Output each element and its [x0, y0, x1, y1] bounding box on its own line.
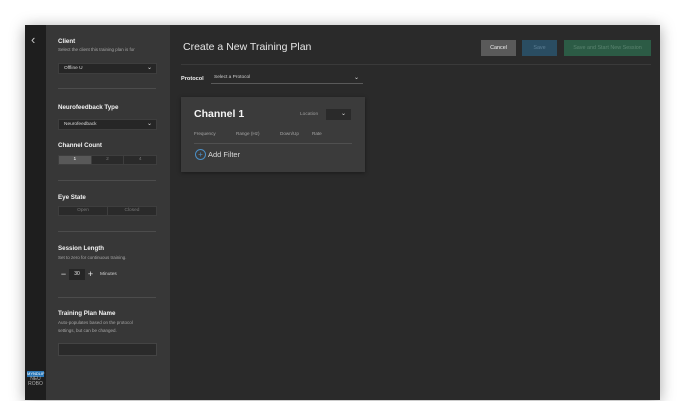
client-hint: Select the client this training plan is … [58, 47, 135, 52]
channel-count-toggle: 1 2 4 [58, 155, 157, 165]
cancel-button[interactable]: Cancel [481, 40, 516, 56]
channel-title: Channel 1 [194, 108, 245, 120]
decrement-button[interactable]: − [58, 269, 69, 280]
chevron-down-icon: ⌄ [146, 65, 152, 71]
session-length-heading: Session Length [58, 245, 105, 252]
plan-name-hint-1: Auto-populates based on the protocol [58, 320, 133, 325]
session-length-stepper: − 30 + Minutes [58, 269, 117, 280]
client-select-value: Offline U [64, 66, 83, 71]
session-length-unit: Minutes [100, 272, 117, 277]
eye-state-heading: Eye State [58, 194, 86, 201]
channel-count-heading: Channel Count [58, 142, 102, 149]
plan-name-heading: Training Plan Name [58, 310, 116, 317]
plan-name-input[interactable] [58, 343, 157, 356]
channel-count-option-1[interactable]: 1 [59, 156, 92, 164]
header-divider [181, 64, 651, 65]
neurofeedback-select[interactable]: Neurofeedback ⌄ [58, 119, 157, 130]
back-icon[interactable]: ‹ [31, 33, 35, 46]
app-window: ‹ MYNDLIF NEU ROBO Client Select the cli… [25, 25, 660, 400]
location-select[interactable]: ⌄ [326, 109, 351, 120]
increment-button[interactable]: + [85, 269, 96, 280]
channel-card: Channel 1 Location ⌄ Frequency Range (Hz… [181, 97, 365, 172]
divider [58, 180, 156, 181]
eye-state-open[interactable]: Open [59, 207, 108, 215]
protocol-placeholder: Select a Protocol [214, 75, 251, 80]
add-filter-link[interactable]: Add Filter [208, 150, 240, 159]
divider [58, 297, 156, 298]
chevron-down-icon: ⌄ [340, 111, 346, 117]
column-header-downup: Down/Up [280, 131, 299, 136]
protocol-select[interactable]: Select a Protocol ⌄ [211, 73, 363, 84]
save-button[interactable]: Save [522, 40, 557, 56]
divider [58, 88, 156, 89]
column-header-rate: Rate [312, 131, 322, 136]
save-and-start-button[interactable]: Save and Start New Session [564, 40, 651, 56]
chevron-down-icon: ⌄ [353, 75, 359, 81]
plus-circle-icon[interactable]: + [195, 149, 206, 160]
column-header-range: Range (Hz) [236, 131, 260, 136]
page-title: Create a New Training Plan [183, 41, 312, 53]
client-select[interactable]: Offline U ⌄ [58, 63, 157, 74]
channel-count-option-4[interactable]: 4 [124, 156, 157, 164]
session-length-value[interactable]: 30 [69, 269, 85, 280]
chevron-down-icon: ⌄ [146, 121, 152, 127]
nav-rail: ‹ MYNDLIF NEU ROBO [25, 25, 46, 400]
protocol-label: Protocol [181, 76, 204, 82]
logo: MYNDLIF NEU ROBO [27, 371, 45, 387]
session-length-hint: Set to zero for continuous training. [58, 255, 127, 260]
eye-state-closed[interactable]: Closed [108, 207, 156, 215]
column-header-frequency: Frequency [194, 131, 216, 136]
location-label: Location [300, 112, 319, 117]
neurofeedback-select-value: Neurofeedback [64, 122, 97, 127]
channel-count-option-2[interactable]: 2 [91, 156, 125, 164]
card-divider [194, 143, 352, 144]
divider [58, 231, 156, 232]
settings-panel: Client Select the client this training p… [46, 25, 170, 400]
plan-name-hint-2: settings, but can be changed. [58, 328, 117, 333]
eye-state-toggle: Open Closed [58, 206, 157, 216]
logo-text-2: ROBO [28, 381, 43, 387]
neurofeedback-heading: Neurofeedback Type [58, 104, 119, 111]
client-heading: Client [58, 38, 76, 45]
